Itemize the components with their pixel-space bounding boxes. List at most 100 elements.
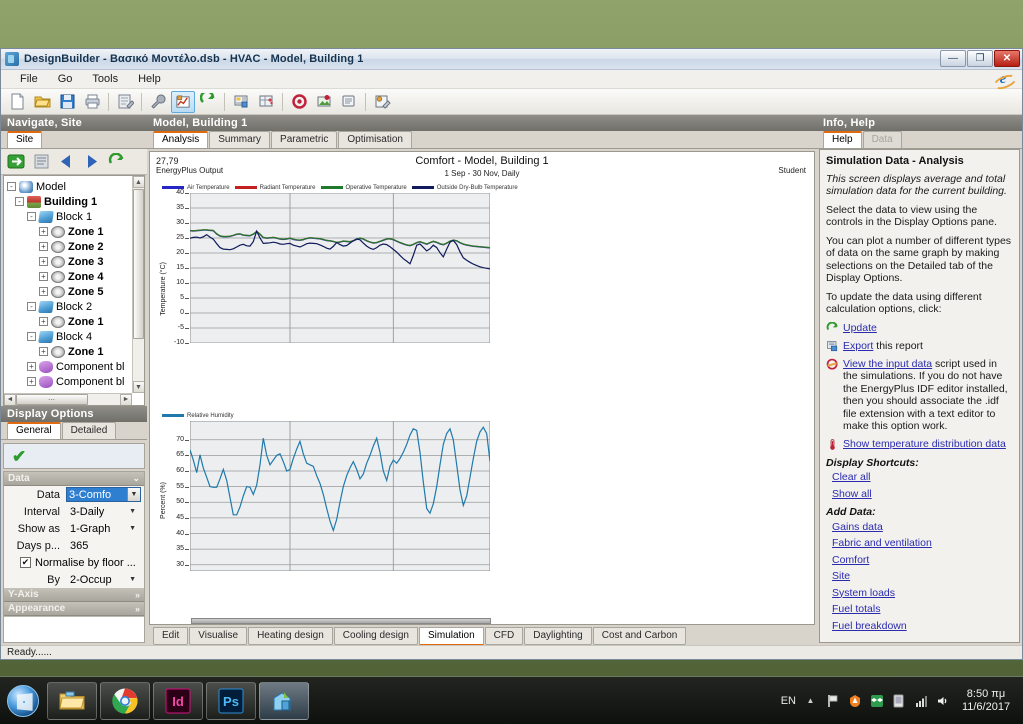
- expand-icon[interactable]: +: [39, 272, 48, 281]
- tab-edit[interactable]: Edit: [153, 627, 189, 645]
- edit-settings-icon[interactable]: [370, 91, 394, 113]
- collapse-icon[interactable]: -: [15, 197, 24, 206]
- indesign-icon[interactable]: Id: [153, 681, 203, 720]
- scroll-up-arrow[interactable]: ▲: [132, 176, 144, 188]
- refresh-icon[interactable]: [196, 91, 220, 113]
- document-lines-icon[interactable]: [337, 91, 361, 113]
- fuel-totals-link[interactable]: Fuel totals: [832, 603, 880, 615]
- expand-icon[interactable]: +: [39, 317, 48, 326]
- x-axis-scrollbar[interactable]: [191, 618, 491, 624]
- shortcut-item[interactable]: Show all: [826, 488, 1013, 501]
- tab-analysis[interactable]: Analysis: [153, 131, 209, 148]
- tree-node[interactable]: - Block 1: [7, 209, 144, 224]
- image-marker-icon[interactable]: [312, 91, 336, 113]
- scroll-left-arrow[interactable]: ◄: [4, 393, 16, 405]
- tab-daylighting[interactable]: Daylighting: [524, 627, 592, 645]
- expand-icon[interactable]: +: [39, 242, 48, 251]
- device-icon[interactable]: [891, 693, 906, 708]
- tab-cooling-design[interactable]: Cooling design: [333, 627, 418, 645]
- tab-heating-design[interactable]: Heating design: [248, 627, 333, 645]
- chart-data-icon[interactable]: [171, 90, 195, 113]
- designbuilder-icon[interactable]: [259, 681, 309, 720]
- list-icon[interactable]: [31, 152, 52, 171]
- collapse-icon[interactable]: -: [27, 212, 36, 221]
- chevron-down-icon[interactable]: ▼: [129, 508, 136, 515]
- tab-site[interactable]: Site: [7, 131, 43, 148]
- fabric-and-ventilation-link[interactable]: Fabric and ventilation: [832, 537, 932, 549]
- site-link[interactable]: Site: [832, 570, 850, 582]
- dropdown-by[interactable]: 2-Occup ▼: [66, 572, 141, 587]
- group-appearance-header[interactable]: Appearance »: [4, 602, 144, 616]
- collapse-icon[interactable]: -: [27, 302, 36, 311]
- tab-simulation[interactable]: Simulation: [418, 627, 484, 646]
- add-data-item[interactable]: Gains data: [826, 521, 1013, 534]
- layout-grid-icon[interactable]: [254, 91, 278, 113]
- checkbox-normalise[interactable]: ✔ Normalise by floor ...: [4, 554, 144, 571]
- dropdown-show-as[interactable]: 1-Graph ▼: [66, 521, 141, 536]
- group-data-header[interactable]: Data ⌄: [4, 472, 144, 486]
- start-orb-icon[interactable]: [2, 682, 44, 720]
- chevron-up-icon[interactable]: ▲: [803, 693, 818, 708]
- view-input-data-action[interactable]: View the input data script used in the s…: [826, 358, 1013, 433]
- tree-node[interactable]: + Zone 5: [7, 284, 144, 299]
- minimize-button[interactable]: —: [940, 50, 966, 67]
- show-temperature-distribution-link[interactable]: Show temperature distribution data: [843, 438, 1006, 450]
- tree-horizontal-scrollbar[interactable]: ◄ ⋯ ►: [4, 393, 132, 405]
- expand-icon[interactable]: +: [27, 377, 36, 386]
- scroll-right-arrow[interactable]: ►: [120, 393, 132, 405]
- chevron-down-icon[interactable]: ▼: [129, 576, 136, 583]
- tab-summary[interactable]: Summary: [209, 131, 271, 148]
- scroll-down-arrow[interactable]: ▼: [132, 381, 144, 393]
- volume-icon[interactable]: [935, 693, 950, 708]
- tree-node[interactable]: - Building 1: [7, 194, 144, 209]
- tab-visualise[interactable]: Visualise: [189, 627, 248, 645]
- temperature-distribution-action[interactable]: Show temperature distribution data: [826, 438, 1013, 451]
- flag-icon[interactable]: [825, 693, 840, 708]
- maximize-button[interactable]: ❐: [967, 50, 993, 67]
- tree-node[interactable]: + Zone 1: [7, 224, 144, 239]
- tree-node[interactable]: + Zone 4: [7, 269, 144, 284]
- add-data-item[interactable]: Fuel totals: [826, 603, 1013, 616]
- expand-icon[interactable]: +: [39, 347, 48, 356]
- menu-file[interactable]: File: [11, 71, 47, 87]
- network-icon[interactable]: [913, 693, 928, 708]
- export-action[interactable]: Export this report: [826, 340, 1013, 353]
- tab-detailed[interactable]: Detailed: [61, 422, 117, 439]
- back-arrow-icon[interactable]: [56, 152, 77, 171]
- tab-cost-and-carbon[interactable]: Cost and Carbon: [592, 627, 687, 645]
- show-all-link[interactable]: Show all: [832, 488, 872, 500]
- tree-vertical-scrollbar[interactable]: ▲ ▼: [132, 176, 144, 393]
- group-yaxis-header[interactable]: Y-Axis »: [4, 588, 144, 602]
- shortcut-item[interactable]: Clear all: [826, 471, 1013, 484]
- go-to-icon[interactable]: [6, 152, 27, 171]
- refresh-icon[interactable]: [106, 152, 127, 171]
- tree-node[interactable]: + Component bl: [7, 374, 144, 389]
- dropdown-data[interactable]: 3-Comfo ▼: [66, 487, 141, 502]
- apply-button[interactable]: ✔: [3, 443, 145, 469]
- add-data-item[interactable]: Fuel breakdown: [826, 620, 1013, 633]
- dropbox-icon[interactable]: [869, 693, 884, 708]
- add-data-item[interactable]: Fabric and ventilation: [826, 537, 1013, 550]
- add-data-item[interactable]: Comfort: [826, 554, 1013, 567]
- update-link[interactable]: Update: [843, 322, 877, 334]
- tree-node[interactable]: + Zone 1: [7, 314, 144, 329]
- edit-document-icon[interactable]: [113, 91, 137, 113]
- menu-tools[interactable]: Tools: [83, 71, 127, 87]
- tab-help[interactable]: Help: [823, 131, 862, 148]
- close-button[interactable]: ✕: [994, 50, 1020, 67]
- menu-go[interactable]: Go: [49, 71, 82, 87]
- report-card-icon[interactable]: [229, 91, 253, 113]
- add-data-item[interactable]: Site: [826, 570, 1013, 583]
- wrench-icon[interactable]: [146, 91, 170, 113]
- save-disk-icon[interactable]: [55, 91, 79, 113]
- collapse-icon[interactable]: -: [27, 332, 36, 341]
- open-folder-icon[interactable]: [30, 91, 54, 113]
- checkbox-box[interactable]: ✔: [20, 557, 31, 568]
- target-icon[interactable]: [287, 91, 311, 113]
- tab-parametric[interactable]: Parametric: [271, 131, 338, 148]
- save-template-action[interactable]: Save results set as template: [826, 642, 1013, 643]
- forward-arrow-icon[interactable]: [81, 152, 102, 171]
- tree-node[interactable]: - Model: [7, 179, 144, 194]
- menu-help[interactable]: Help: [129, 71, 170, 87]
- chevron-down-icon[interactable]: ▼: [127, 488, 140, 501]
